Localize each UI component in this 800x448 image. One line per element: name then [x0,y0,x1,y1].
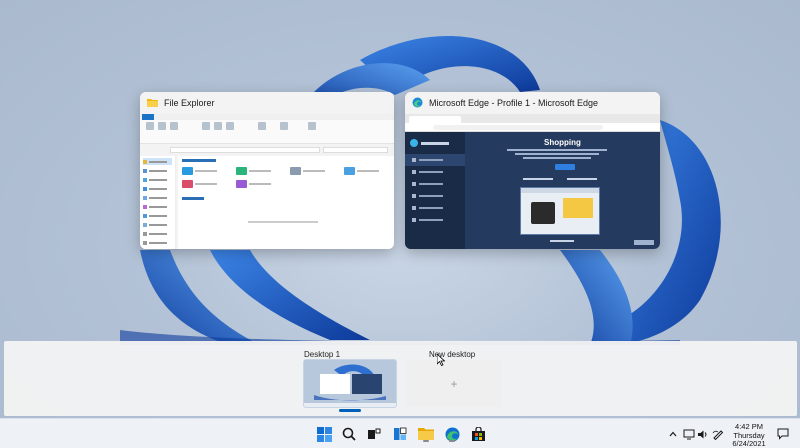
pen-icon[interactable] [712,428,724,440]
edge-page-heading: Shopping [544,138,581,147]
start-icon[interactable] [315,425,333,443]
search-icon[interactable] [340,425,358,443]
clock-date: 6/24/2021 [732,439,766,448]
plus-icon: + [450,376,458,391]
window-titlebar: Microsoft Edge - Profile 1 - Microsoft E… [405,92,660,114]
window-title: File Explorer [164,98,215,108]
notification-icon[interactable] [777,428,789,440]
store-icon[interactable] [469,425,487,443]
file-explorer-icon[interactable] [417,425,435,443]
desktop-1-thumbnail[interactable] [304,360,396,407]
mouse-cursor-icon [436,353,446,371]
chevron-up-icon[interactable] [667,428,679,440]
window-titlebar: File Explorer [140,92,394,114]
widgets-icon[interactable] [391,425,409,443]
folder-icon [147,98,158,109]
current-desktop-indicator [339,409,361,412]
task-view-window-file-explorer[interactable]: File Explorer [140,92,394,249]
network-icon[interactable] [683,428,695,440]
clock[interactable]: 4:42 PM Thursday 6/24/2021 [730,422,768,448]
edge-icon[interactable] [443,425,461,443]
new-desktop-button[interactable]: + [407,360,501,407]
desktop-1-label: Desktop 1 [304,350,341,359]
file-explorer-thumbnail [140,114,394,249]
virtual-desktops-bar: Desktop 1 New desktop + [4,341,797,416]
window-title: Microsoft Edge - Profile 1 - Microsoft E… [429,98,599,108]
task-view-icon[interactable] [365,425,383,443]
taskbar: 4:42 PM Thursday 6/24/2021 [0,418,800,448]
volume-icon[interactable] [697,428,709,440]
task-view-window-edge[interactable]: Microsoft Edge - Profile 1 - Microsoft E… [405,92,660,249]
edge-thumbnail: Shopping [405,114,660,249]
new-desktop-label: New desktop [429,350,476,359]
edge-icon [412,97,423,110]
